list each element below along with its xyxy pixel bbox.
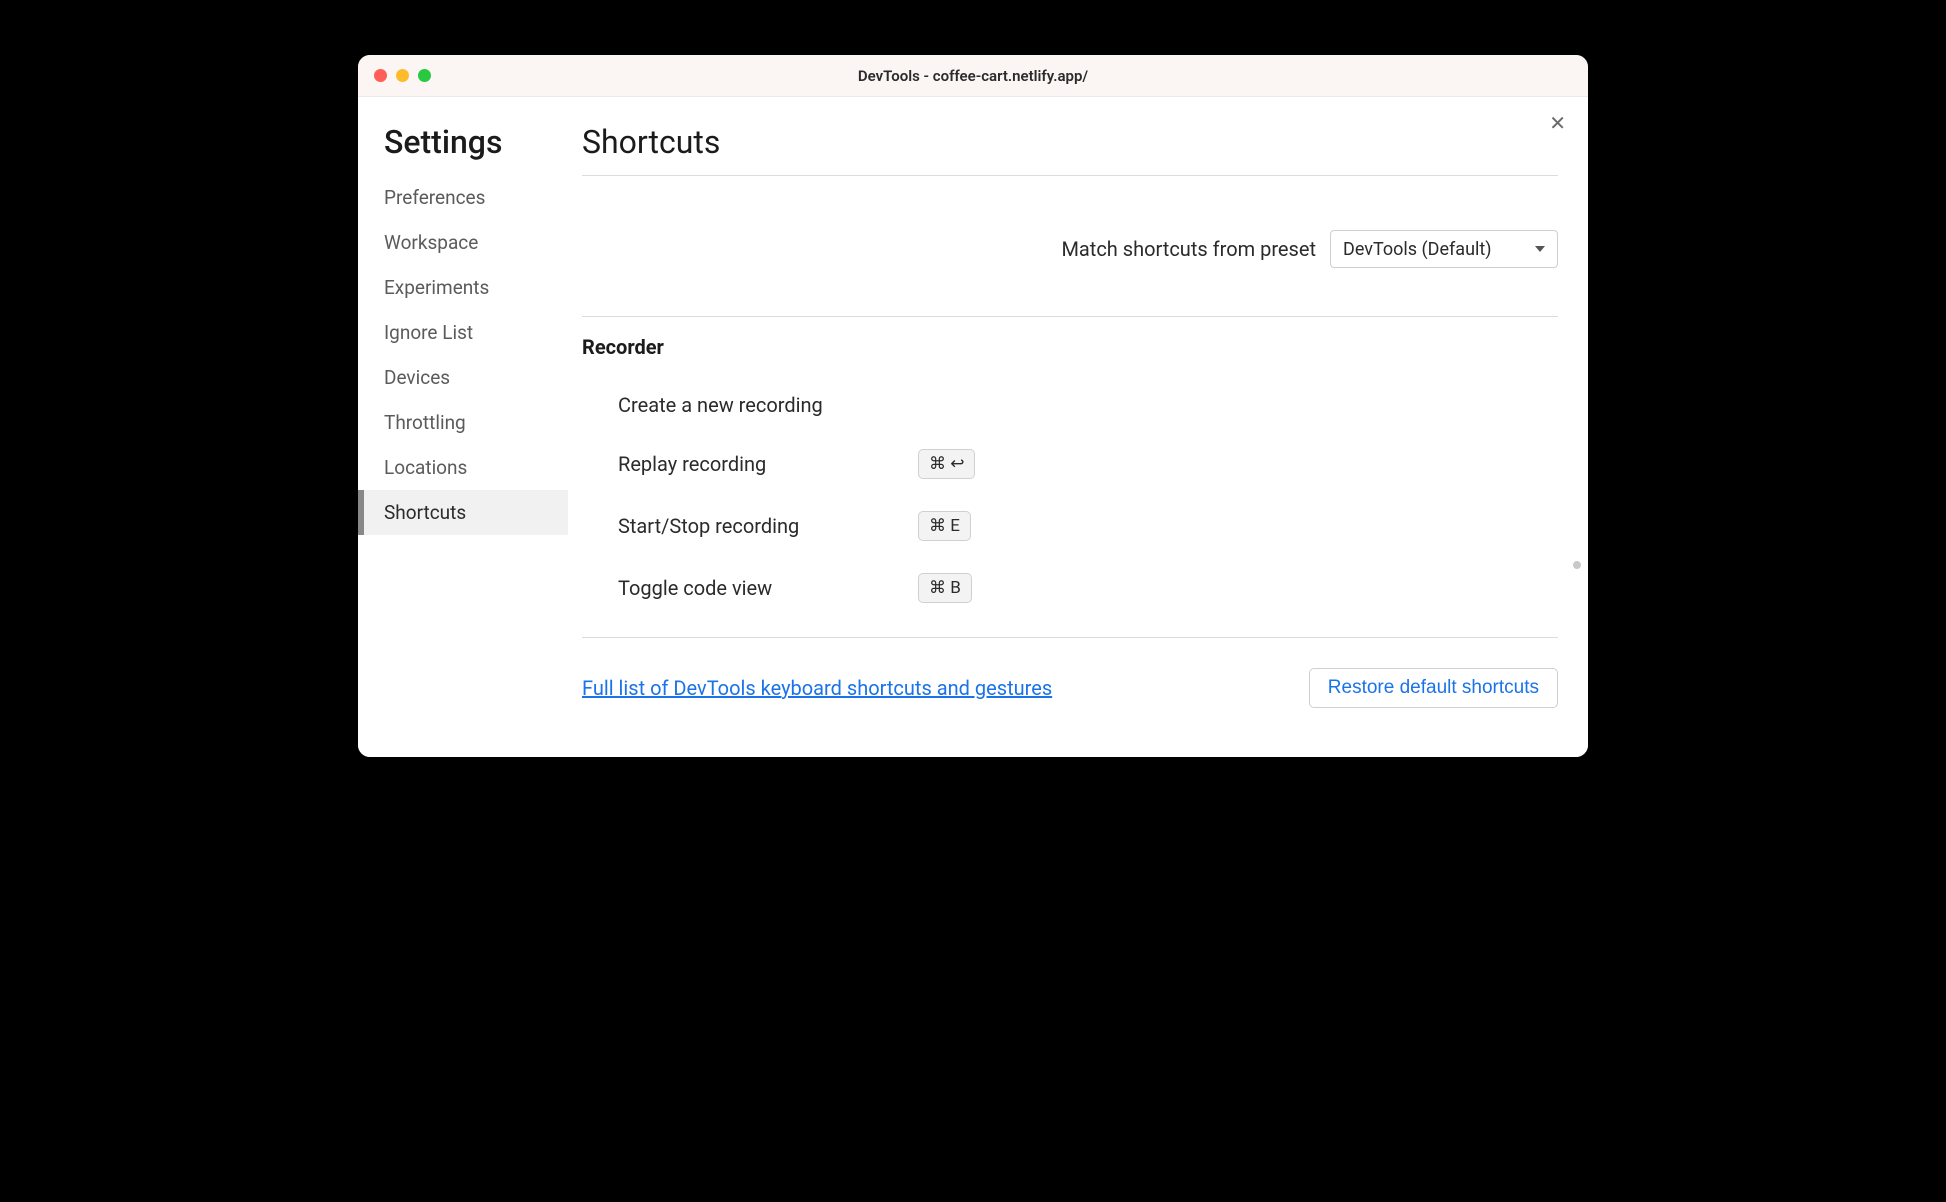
sidebar-item-workspace[interactable]: Workspace <box>358 220 568 265</box>
shortcut-row-start-stop-recording[interactable]: Start/Stop recording ⌘ E <box>582 495 1558 557</box>
close-window-button[interactable] <box>374 69 387 82</box>
preset-select-value: DevTools (Default) <box>1343 239 1492 260</box>
settings-sidebar: Settings Preferences Workspace Experimen… <box>358 97 568 757</box>
shortcut-label: Replay recording <box>618 452 918 476</box>
footer-row: Full list of DevTools keyboard shortcuts… <box>582 638 1558 708</box>
sidebar-item-preferences[interactable]: Preferences <box>358 175 568 220</box>
sidebar-item-locations[interactable]: Locations <box>358 445 568 490</box>
minimize-window-button[interactable] <box>396 69 409 82</box>
shortcut-row-create-recording[interactable]: Create a new recording <box>582 377 1558 433</box>
sidebar-item-shortcuts[interactable]: Shortcuts <box>358 490 568 535</box>
shortcut-keys: ⌘ E <box>918 511 971 541</box>
window-title: DevTools - coffee-cart.netlify.app/ <box>358 67 1588 85</box>
scrollbar-thumb[interactable] <box>1573 561 1581 569</box>
chevron-down-icon <box>1535 246 1545 252</box>
maximize-window-button[interactable] <box>418 69 431 82</box>
titlebar: DevTools - coffee-cart.netlify.app/ <box>358 55 1588 97</box>
preset-label: Match shortcuts from preset <box>1061 237 1316 261</box>
sidebar-item-ignore-list[interactable]: Ignore List <box>358 310 568 355</box>
content-area: ✕ Settings Preferences Workspace Experim… <box>358 97 1588 757</box>
sidebar-item-experiments[interactable]: Experiments <box>358 265 568 310</box>
preset-select[interactable]: DevTools (Default) <box>1330 230 1558 268</box>
shortcut-label: Toggle code view <box>618 576 918 600</box>
full-shortcuts-link[interactable]: Full list of DevTools keyboard shortcuts… <box>582 676 1052 700</box>
shortcut-label: Create a new recording <box>618 393 918 417</box>
shortcut-keys: ⌘ B <box>918 573 972 603</box>
page-title: Shortcuts <box>582 123 1558 176</box>
section-title: Recorder <box>582 327 1558 377</box>
preset-row: Match shortcuts from preset DevTools (De… <box>582 176 1558 316</box>
shortcut-keys: ⌘ ↩ <box>918 449 975 479</box>
sidebar-item-devices[interactable]: Devices <box>358 355 568 400</box>
sidebar-item-throttling[interactable]: Throttling <box>358 400 568 445</box>
main-panel: Shortcuts Match shortcuts from preset De… <box>568 97 1588 757</box>
shortcuts-section: Recorder Create a new recording Replay r… <box>582 316 1558 638</box>
devtools-window: DevTools - coffee-cart.netlify.app/ ✕ Se… <box>358 55 1588 757</box>
sidebar-title: Settings <box>358 123 568 175</box>
shortcut-row-replay-recording[interactable]: Replay recording ⌘ ↩ <box>582 433 1558 495</box>
shortcut-row-toggle-code-view[interactable]: Toggle code view ⌘ B <box>582 557 1558 619</box>
restore-defaults-button[interactable]: Restore default shortcuts <box>1309 668 1558 708</box>
traffic-lights <box>374 69 431 82</box>
shortcut-label: Start/Stop recording <box>618 514 918 538</box>
